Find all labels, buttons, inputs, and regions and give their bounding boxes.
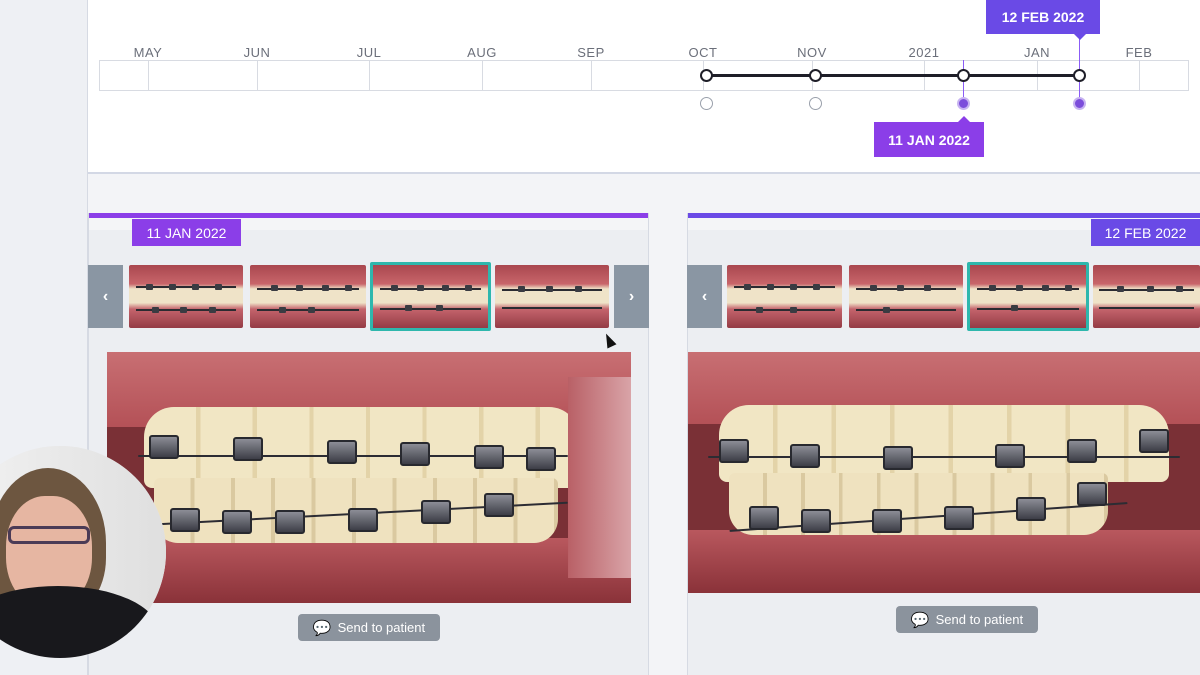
month-label: FEB [1125,45,1153,60]
timeline-node[interactable] [1073,69,1086,82]
photo-thumbnail[interactable] [849,265,963,328]
selected-date-tag-bottom-label: 11 JAN 2022 [888,131,970,148]
timeline-tick [257,60,258,91]
send-to-patient-label: Send to patient [337,620,426,635]
send-to-patient-button[interactable]: 💬 Send to patient [298,614,440,641]
thumbnail-prev-button[interactable]: ‹ [88,265,123,328]
selected-date-tag-top-label: 12 FEB 2022 [1001,9,1085,25]
chevron-left-icon: ‹ [102,287,109,305]
timeline-node[interactable] [957,69,970,82]
photo-thumbnail[interactable] [129,265,243,328]
tag-caret [1074,34,1086,40]
send-to-patient-label: Send to patient [935,612,1024,627]
chevron-left-icon: ‹ [701,287,708,305]
timeline-tick [148,60,149,91]
timeline-node[interactable] [809,69,822,82]
timeline-node[interactable] [700,69,713,82]
main-photo-left[interactable] [107,352,631,603]
chat-bubble-icon: 💬 [910,611,930,629]
panel-date-label: 11 JAN 2022 [146,224,227,241]
photo-thumbnail-selected[interactable] [370,262,491,331]
photo-set-dot-selected[interactable] [957,97,970,110]
presenter-webcam-overlay [0,446,166,658]
photo-thumbnail[interactable] [1093,265,1200,328]
month-label: OCT [688,45,718,60]
panel-date-tag: 11 JAN 2022 [132,219,241,246]
thumbnail-prev-button[interactable]: ‹ [687,265,722,328]
timeline-range-line [706,74,1080,77]
selected-date-tag-bottom: 11 JAN 2022 [874,116,984,157]
main-photo-right[interactable] [688,352,1200,593]
photo-set-dot-selected[interactable] [1073,97,1086,110]
month-label: SEP [577,45,605,60]
panel-date-tag: 12 FEB 2022 [1091,219,1200,246]
month-label: JAN [1023,45,1051,60]
photo-thumbnail[interactable] [250,265,366,328]
chevron-right-icon: › [628,287,635,305]
selected-date-tag-top: 12 FEB 2022 [986,0,1100,40]
month-label: AUG [467,45,497,60]
timeline-tick [1139,60,1140,91]
chat-bubble-icon: 💬 [312,619,332,637]
timeline-tick [369,60,370,91]
timeline-tick [482,60,483,91]
send-to-patient-button[interactable]: 💬 Send to patient [896,606,1038,633]
tag-caret [958,116,970,122]
timeline-tick [591,60,592,91]
photo-thumbnail[interactable] [727,265,842,328]
photo-thumbnail[interactable] [495,265,609,328]
month-label: JUN [243,45,271,60]
month-label: NOV [797,45,827,60]
photo-set-dot[interactable] [809,97,822,110]
panel-date-label: 12 FEB 2022 [1104,224,1187,241]
thumbnail-next-button[interactable]: › [614,265,649,328]
year-label: 2021 [908,45,940,60]
month-label: JUL [356,45,382,60]
month-label: MAY [133,45,163,60]
photo-thumbnail-selected[interactable] [967,262,1089,331]
photo-set-dot[interactable] [700,97,713,110]
